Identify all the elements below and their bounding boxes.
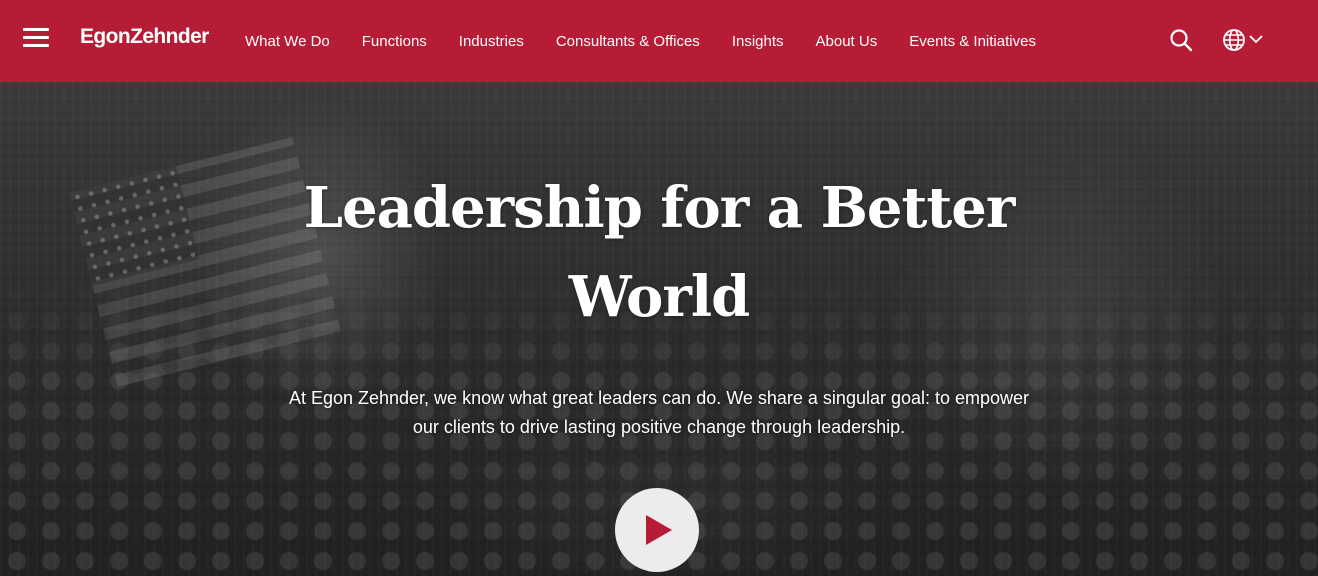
main-nav: What We Do Functions Industries Consulta… [245,0,1068,82]
hero-title: Leadership for a Better World [303,175,1016,330]
nav-item-insights[interactable]: Insights [732,33,784,50]
nav-item-what-we-do[interactable]: What We Do [245,33,330,50]
chevron-down-icon[interactable] [1248,33,1264,45]
search-icon[interactable] [1169,28,1193,52]
page: EgonZehnder What We Do Functions Industr… [0,0,1318,576]
video-play-button[interactable] [615,488,699,572]
site-header: EgonZehnder What We Do Functions Industr… [0,0,1318,82]
nav-item-industries[interactable]: Industries [459,33,524,50]
hero-section: Leadership for a Better World At Egon Ze… [0,82,1318,576]
globe-icon[interactable] [1222,28,1246,52]
nav-item-events-initiatives[interactable]: Events & Initiatives [909,33,1036,50]
hamburger-menu-icon[interactable] [23,28,49,48]
nav-item-consultants-offices[interactable]: Consultants & Offices [556,33,700,50]
play-icon [646,515,672,545]
hero-subtitle: At Egon Zehnder, we know what great lead… [288,388,1030,437]
nav-item-about-us[interactable]: About Us [816,33,878,50]
nav-item-functions[interactable]: Functions [362,33,427,50]
site-logo[interactable]: EgonZehnder [80,25,209,49]
